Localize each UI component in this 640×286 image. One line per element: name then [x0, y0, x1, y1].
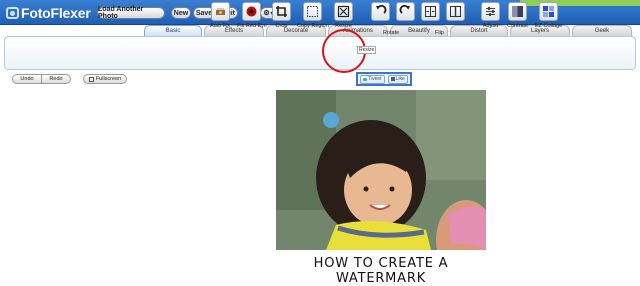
rotate-right-icon: [396, 2, 415, 21]
auto-fix-icon: [210, 2, 230, 21]
crop-icon: [272, 2, 291, 21]
crop-tool[interactable]: Crop: [272, 2, 291, 29]
fotoflexer-app: FotoFlexer Load Another Photo New Save Q…: [0, 0, 640, 286]
fix-red-eye-label: Fix Red Eye: [237, 23, 267, 29]
twitter-bird-icon: [363, 77, 368, 81]
adjust-label: Adjust: [482, 23, 499, 29]
like-button[interactable]: Like: [387, 74, 408, 84]
rotate-label-wrap: Rotate: [383, 28, 399, 36]
copy-region-label: Copy Region: [297, 23, 329, 29]
like-label: Like: [395, 76, 405, 82]
photo-caption: HOW TO CREATE A WATERMARK: [313, 256, 449, 286]
copy-region-icon: [303, 2, 323, 21]
photo-canvas[interactable]: HOW TO CREATE A WATERMARK: [276, 90, 486, 286]
new-button[interactable]: New: [171, 7, 191, 19]
load-another-photo-button[interactable]: Load Another Photo: [97, 6, 165, 20]
fix-red-eye-tool[interactable]: Fix Red Eye: [237, 2, 267, 29]
flip-horizontal-icon: [421, 2, 440, 21]
tab-basic[interactable]: Basic: [144, 25, 202, 36]
flip-vertical-tool[interactable]: [446, 2, 465, 21]
logo: FotoFlexer: [6, 4, 91, 21]
flip-label: Flip: [435, 30, 444, 36]
fullscreen-icon: [88, 76, 94, 82]
undo-button[interactable]: Undo: [12, 74, 42, 84]
red-eye-icon: [242, 2, 262, 21]
facebook-like-icon: [390, 77, 395, 81]
auto-fix-label: Auto Fix: [210, 23, 231, 29]
adjust-tool[interactable]: Adjust: [481, 2, 500, 29]
ez-collage-tool[interactable]: EZ Collage: [535, 2, 562, 29]
flip-vertical-icon: [446, 2, 465, 21]
social-buttons: Tweet Like: [356, 72, 412, 86]
basic-tools-panel: [4, 36, 636, 70]
camera-logo-icon: [6, 6, 19, 19]
crop-label: Crop: [275, 23, 288, 29]
auto-fix-tool[interactable]: Auto Fix: [210, 2, 230, 29]
resize-icon: [334, 2, 353, 21]
rotate-left-icon: [371, 2, 390, 21]
resize-tool[interactable]: Resize: [334, 2, 353, 29]
fullscreen-button[interactable]: Fullscreen: [83, 74, 127, 84]
fullscreen-label: Fullscreen: [95, 76, 122, 82]
app-name: FotoFlexer: [21, 4, 91, 21]
tab-geek[interactable]: Geek: [572, 25, 632, 36]
adjust-icon: [481, 2, 500, 21]
photo-caption-strip: HOW TO CREATE A WATERMARK: [276, 250, 486, 286]
flip-label-wrap: Flip: [435, 28, 444, 36]
collage-icon: [539, 2, 559, 21]
contrast-tool[interactable]: Contrast: [507, 2, 528, 29]
redo-button[interactable]: Redo: [41, 74, 71, 84]
copy-region-tool[interactable]: Copy Region: [297, 2, 329, 29]
resize-tooltip: Resize: [357, 46, 377, 54]
rotate-label: Rotate: [383, 30, 400, 36]
ez-collage-label: EZ Collage: [535, 23, 563, 29]
rotate-left-tool[interactable]: [371, 2, 390, 21]
rotate-right-tool[interactable]: [396, 2, 415, 21]
contrast-label: Contrast: [507, 23, 528, 29]
flip-horizontal-tool[interactable]: [421, 2, 440, 21]
tweet-button[interactable]: Tweet: [360, 74, 385, 84]
contrast-icon: [507, 2, 527, 21]
tweet-label: Tweet: [368, 76, 382, 82]
